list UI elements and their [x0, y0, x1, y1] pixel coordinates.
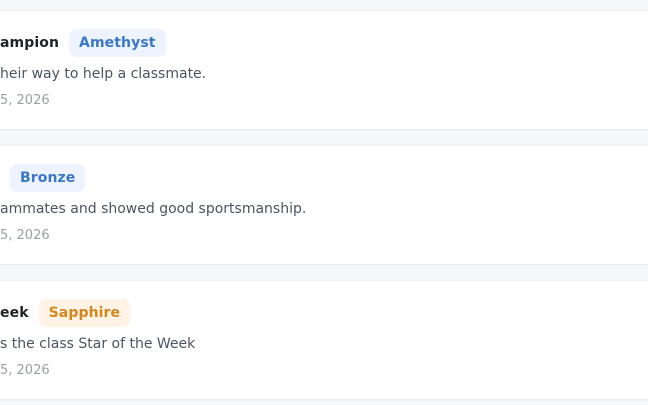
award-title-row: ampion Amethyst	[0, 29, 166, 57]
award-date: 5, 2026	[0, 363, 50, 378]
award-title-row: eek Sapphire	[0, 299, 131, 327]
award-list: ampion Amethyst heir way to help a class…	[0, 10, 648, 405]
award-description: heir way to help a classmate.	[0, 66, 207, 82]
award-list-viewport: ampion Amethyst heir way to help a class…	[0, 0, 648, 405]
award-description: s the class Star of the Week	[0, 336, 196, 352]
award-badge: Bronze	[10, 164, 86, 192]
award-date: 5, 2026	[0, 228, 50, 243]
award-card[interactable]: Bronze ammates and showed good sportsman…	[0, 145, 648, 265]
award-badge: Amethyst	[69, 29, 166, 57]
award-title-row: Bronze	[0, 164, 86, 192]
award-title: eek	[0, 305, 29, 321]
award-card[interactable]: eek Sapphire s the class Star of the Wee…	[0, 280, 648, 400]
award-description: ammates and showed good sportsmanship.	[0, 201, 307, 217]
award-card[interactable]: ampion Amethyst heir way to help a class…	[0, 10, 648, 130]
award-badge: Sapphire	[38, 299, 131, 327]
award-title: ampion	[0, 35, 60, 51]
award-date: 5, 2026	[0, 93, 50, 108]
